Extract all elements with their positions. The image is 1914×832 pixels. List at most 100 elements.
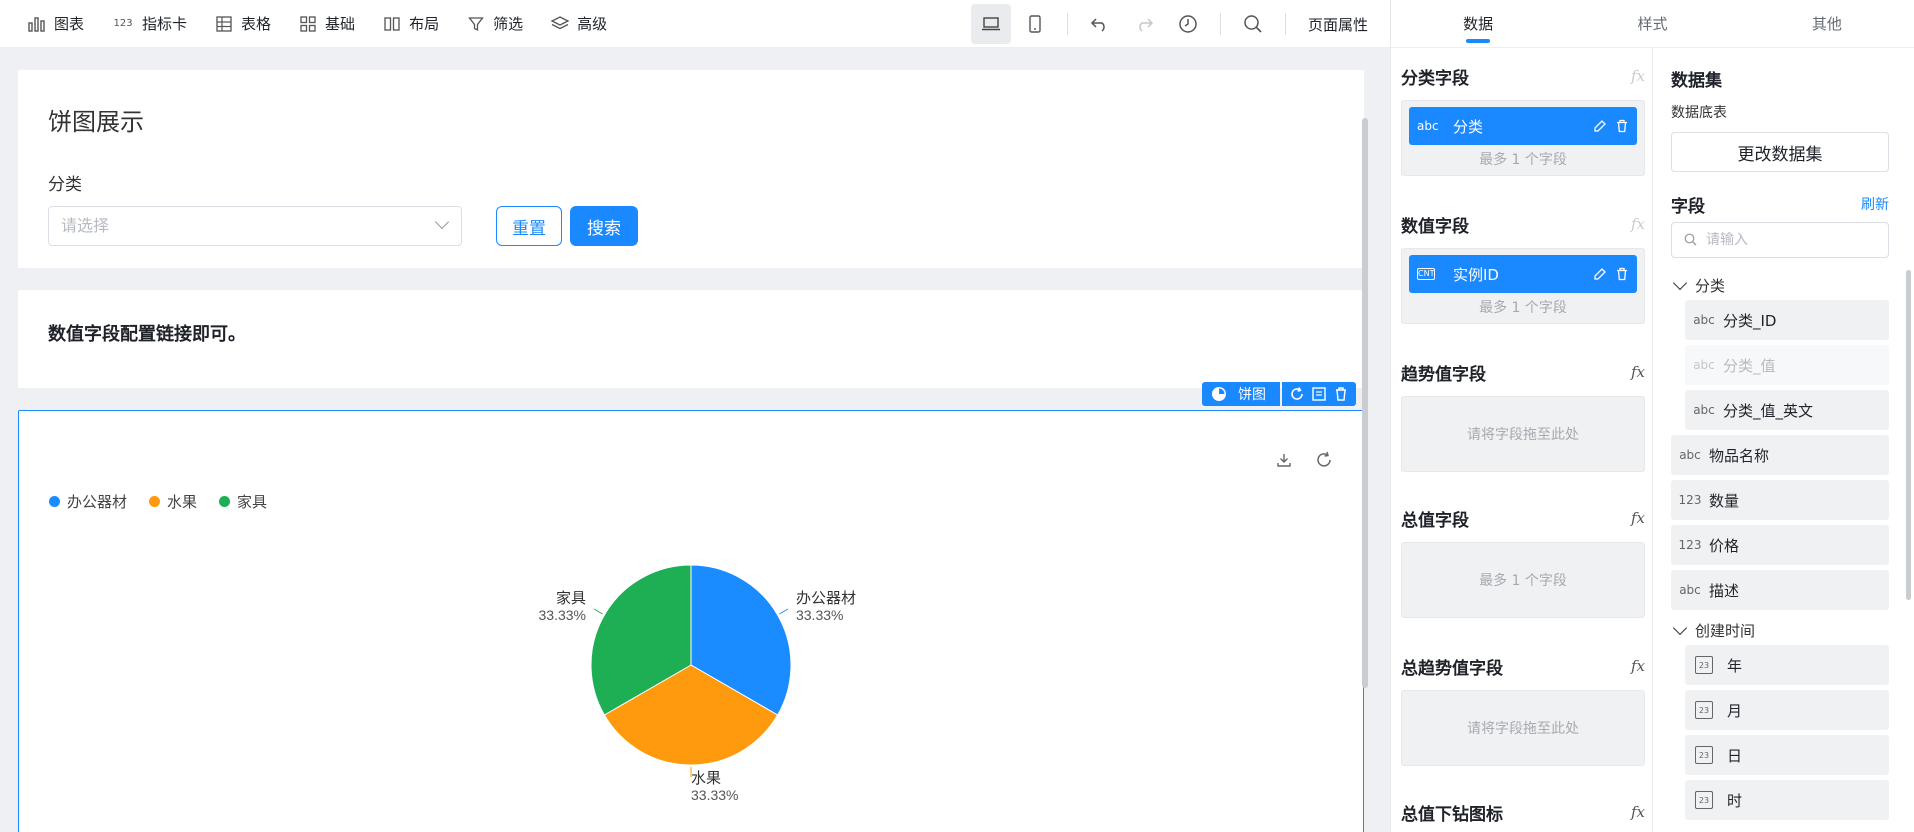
trash-icon[interactable]	[1615, 267, 1629, 281]
fx-icon[interactable]: fx	[1631, 363, 1645, 381]
dropzone-hint: 最多 1 个字段	[1479, 300, 1567, 316]
field-item-label: 分类_值_英文	[1723, 401, 1814, 420]
category-field-chip[interactable]: abc 分类	[1409, 107, 1637, 145]
right-panel: 数据 样式 其他 分类字段 fx abc 分类 最多 1 个字段 数值字段 fx…	[1390, 0, 1914, 832]
field-type-tag: 123	[1678, 538, 1702, 552]
field-group-category[interactable]: 分类	[1671, 270, 1889, 300]
field-item[interactable]: 23 月	[1685, 690, 1889, 730]
clock-icon	[1179, 15, 1197, 33]
slice-category-label: 水果	[691, 770, 721, 787]
search-button[interactable]	[1233, 4, 1273, 44]
drill-field-section: 总值下钻图标 fx	[1401, 800, 1645, 825]
mobile-view-button[interactable]	[1015, 4, 1055, 44]
toolbar-table[interactable]: 表格	[201, 0, 285, 48]
toolbar-layout[interactable]: 布局	[369, 0, 453, 48]
tab-other[interactable]: 其他	[1740, 0, 1914, 47]
total-trend-field-dropzone[interactable]: 请将字段拖至此处	[1401, 690, 1645, 766]
slice-percent-label: 33.33%	[796, 607, 843, 623]
field-config-column: 分类字段 fx abc 分类 最多 1 个字段 数值字段 fx CNT 实例ID…	[1391, 48, 1653, 832]
dataset-subtitle: 数据底表	[1671, 105, 1727, 121]
slice-category-label: 办公器材	[796, 590, 856, 607]
fx-icon[interactable]: fx	[1631, 803, 1645, 821]
tab-style[interactable]: 样式	[1565, 0, 1739, 47]
fx-icon[interactable]: fx	[1631, 509, 1645, 527]
search-icon	[1244, 15, 1262, 33]
field-item[interactable]: 123 数量	[1671, 480, 1889, 520]
field-search-placeholder: 请输入	[1706, 232, 1748, 248]
toolbar-basic[interactable]: 基础	[285, 0, 369, 48]
field-item[interactable]: abc 分类_值_英文	[1685, 390, 1889, 430]
category-field-dropzone[interactable]: abc 分类 最多 1 个字段	[1401, 100, 1645, 176]
trend-field-section: 趋势值字段 fx 请将字段拖至此处	[1401, 360, 1645, 472]
toolbar-metric-card[interactable]: 123 指标卡	[98, 0, 201, 48]
field-item[interactable]: 23 时	[1685, 780, 1889, 820]
field-item[interactable]: 23 年	[1685, 645, 1889, 685]
fx-icon[interactable]: fx	[1631, 67, 1645, 85]
trash-icon[interactable]	[1615, 119, 1629, 133]
filter-icon	[467, 15, 485, 33]
toolbar-chart[interactable]: 图表	[0, 0, 98, 48]
fx-icon[interactable]: fx	[1631, 215, 1645, 233]
page-properties-button[interactable]: 页面属性	[1296, 14, 1390, 35]
value-field-chip[interactable]: CNT 实例ID	[1409, 255, 1637, 293]
history-button[interactable]	[1168, 4, 1208, 44]
redo-button[interactable]	[1124, 4, 1164, 44]
field-item[interactable]: abc 描述	[1671, 570, 1889, 610]
fx-icon[interactable]: fx	[1631, 657, 1645, 675]
edit-icon[interactable]	[1593, 267, 1607, 281]
dataset-scrollbar[interactable]	[1906, 270, 1911, 600]
field-item-label: 时	[1727, 791, 1743, 810]
toolbar-filter-label: 筛选	[493, 15, 524, 33]
dropzone-hint: 最多 1 个字段	[1479, 152, 1567, 168]
trend-field-dropzone[interactable]: 请将字段拖至此处	[1401, 396, 1645, 472]
value-field-dropzone[interactable]: CNT 实例ID 最多 1 个字段	[1401, 248, 1645, 324]
calendar-icon: 23	[1695, 791, 1713, 809]
field-item[interactable]: abc 物品名称	[1671, 435, 1889, 475]
toolbar-layout-label: 布局	[409, 15, 440, 33]
refresh-fields-link[interactable]: 刷新	[1861, 194, 1889, 214]
total-field-title: 总值字段	[1401, 510, 1469, 531]
delete-chart-button[interactable]	[1330, 384, 1352, 404]
canvas-scrollbar[interactable]	[1362, 118, 1368, 688]
refresh-icon	[1291, 387, 1303, 400]
label-leader-line	[593, 608, 603, 615]
field-item[interactable]: abc 分类_ID	[1685, 300, 1889, 340]
undo-button[interactable]	[1080, 4, 1120, 44]
right-panel-tabs: 数据 样式 其他	[1391, 0, 1914, 48]
total-field-dropzone[interactable]: 最多 1 个字段	[1401, 542, 1645, 618]
field-chip-label: 分类	[1453, 117, 1484, 136]
filter-card: 饼图展示 分类 请选择 重置 搜索	[18, 70, 1364, 268]
search-submit-button[interactable]: 搜索	[570, 206, 638, 246]
field-type-tag: abc	[1693, 403, 1715, 417]
calendar-icon: 23	[1695, 746, 1713, 764]
desktop-view-button[interactable]	[970, 4, 1011, 44]
chart-type-badge[interactable]: 饼图	[1202, 382, 1280, 406]
chart-actions	[1282, 382, 1356, 406]
field-item-label: 年	[1727, 656, 1743, 675]
edit-icon[interactable]	[1593, 119, 1607, 133]
copy-chart-button[interactable]	[1308, 384, 1330, 404]
fields-title: 字段	[1671, 197, 1705, 217]
field-search-input[interactable]: 请输入	[1671, 222, 1889, 258]
field-item[interactable]: 23 日	[1685, 735, 1889, 775]
layout-icon	[383, 15, 401, 33]
field-item[interactable]: abc 分类_值	[1685, 345, 1889, 385]
trash-icon	[1336, 387, 1346, 401]
reset-button[interactable]: 重置	[496, 206, 562, 246]
toolbar-metric-card-label: 指标卡	[142, 15, 188, 33]
toolbar-filter[interactable]: 筛选	[453, 0, 537, 48]
pie-chart-card[interactable]: 办公器材 水果 家具 办公器材 33.33% 水果 33.33% 家具 33.33%	[18, 410, 1364, 832]
grid-icon	[299, 15, 317, 33]
category-select[interactable]: 请选择	[48, 206, 462, 246]
copy-icon	[1312, 387, 1326, 401]
tab-data[interactable]: 数据	[1391, 0, 1565, 47]
laptop-icon	[981, 17, 1000, 31]
change-dataset-button[interactable]: 更改数据集	[1671, 132, 1889, 172]
field-group-created-time[interactable]: 创建时间	[1671, 615, 1889, 645]
toolbar-table-label: 表格	[241, 15, 272, 33]
refresh-chart-button[interactable]	[1286, 384, 1308, 404]
field-group-label: 创建时间	[1695, 621, 1756, 640]
toolbar-advanced[interactable]: 高级	[537, 0, 621, 48]
field-item-label: 分类_值	[1723, 356, 1776, 375]
field-item[interactable]: 123 价格	[1671, 525, 1889, 565]
